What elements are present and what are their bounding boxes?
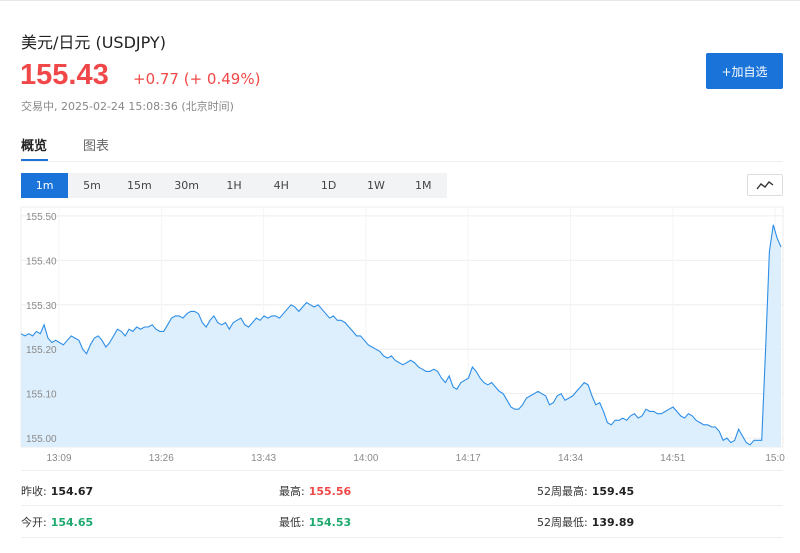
tab-chart[interactable]: 图表 — [83, 135, 109, 154]
y-tick-label: 155.10 — [26, 390, 57, 401]
y-tick-label: 155.00 — [26, 434, 57, 445]
day-high: 最高: 155.56 — [279, 483, 351, 499]
tabs-divider — [21, 161, 783, 162]
y-tick-label: 155.30 — [26, 301, 57, 312]
y-tick-label: 155.40 — [26, 256, 57, 267]
period-15m[interactable]: 15m — [116, 173, 163, 198]
tab-overview[interactable]: 概览 — [21, 135, 47, 154]
stats-divider-bottom — [21, 537, 783, 538]
line-chart-icon — [756, 181, 774, 190]
x-tick-label: 14:34 — [558, 453, 583, 464]
day-low-value: 154.53 — [308, 516, 352, 529]
today-open: 今开: 154.65 — [21, 514, 93, 530]
x-tick-label: 14:51 — [660, 453, 685, 464]
x-tick-label: 15:0 — [765, 453, 785, 464]
prev-close: 昨收: 154.67 — [21, 483, 93, 499]
period-1h[interactable]: 1H — [210, 173, 257, 198]
prev-close-label: 昨收: — [21, 485, 47, 498]
last-price: 155.43 — [20, 59, 109, 91]
period-1mo[interactable]: 1M — [400, 173, 447, 198]
x-tick-label: 14:00 — [353, 453, 378, 464]
price-chart: 155.50 155.40 155.30 155.20 155.10 155.00 13:0… — [0, 205, 800, 470]
week52-high-value: 159.45 — [591, 485, 635, 498]
x-tick-label: 13:43 — [251, 453, 276, 464]
add-watchlist-button[interactable]: +加自选 — [706, 53, 783, 89]
week52-low-label: 52周最低: — [537, 516, 588, 529]
price-chart-svg: 155.50 155.40 155.30 155.20 155.10 155.00 13:0… — [20, 206, 785, 464]
period-1d[interactable]: 1D — [305, 173, 352, 198]
prev-close-value: 154.67 — [50, 485, 94, 498]
today-open-label: 今开: — [21, 516, 47, 529]
week52-high: 52周最高: 159.45 — [537, 483, 634, 499]
week52-low: 52周最低: 139.89 — [537, 514, 634, 530]
trading-status: 交易中, 2025-02-24 15:08:36 (北京时间) — [21, 100, 234, 113]
chart-type-button[interactable] — [747, 174, 783, 196]
top-divider — [0, 0, 800, 1]
day-low-label: 最低: — [279, 516, 305, 529]
y-tick-label: 155.50 — [26, 212, 57, 223]
period-1m[interactable]: 1m — [21, 173, 69, 198]
day-low: 最低: 154.53 — [279, 514, 351, 530]
price-change: +0.77 (+ 0.49%) — [133, 70, 261, 88]
period-1w[interactable]: 1W — [352, 173, 399, 198]
period-4h[interactable]: 4H — [258, 173, 305, 198]
week52-high-label: 52周最高: — [537, 485, 588, 498]
instrument-title: 美元/日元 (USDJPY) — [21, 33, 166, 52]
x-tick-label: 13:26 — [149, 453, 174, 464]
day-high-value: 155.56 — [308, 485, 352, 498]
week52-low-value: 139.89 — [591, 516, 635, 529]
x-tick-label: 14:17 — [456, 453, 481, 464]
y-tick-label: 155.20 — [26, 345, 57, 356]
x-tick-label: 13:09 — [46, 453, 71, 464]
period-30m[interactable]: 30m — [163, 173, 210, 198]
today-open-value: 154.65 — [50, 516, 94, 529]
stats-divider-mid — [21, 505, 783, 506]
stats-divider-top — [21, 470, 783, 471]
day-high-label: 最高: — [279, 485, 305, 498]
period-selector: 1m 5m 15m 30m 1H 4H 1D 1W 1M — [21, 173, 447, 198]
period-5m[interactable]: 5m — [68, 173, 115, 198]
